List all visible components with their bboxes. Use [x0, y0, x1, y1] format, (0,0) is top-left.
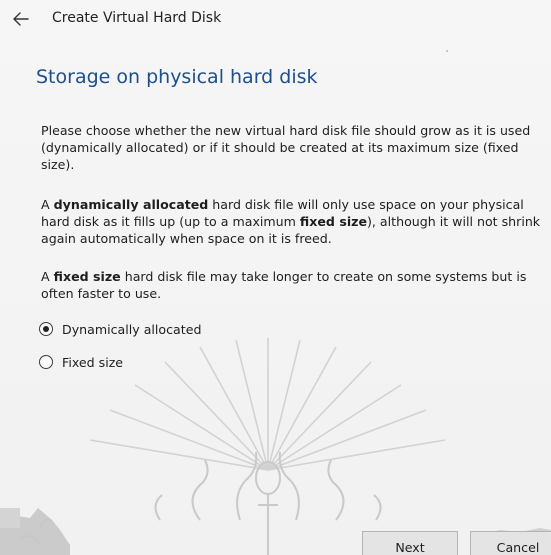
next-button[interactable]: Next	[362, 531, 458, 555]
wizard-content: Storage on physical hard disk Please cho…	[0, 0, 551, 555]
page-heading: Storage on physical hard disk	[36, 66, 318, 88]
bold-term: fixed size	[53, 269, 121, 284]
text-run: A	[41, 269, 54, 284]
radio-label-fixed: Fixed size	[62, 354, 124, 370]
radio-fixed-size[interactable]: Fixed size	[39, 352, 123, 372]
radio-button-unselected[interactable]	[39, 355, 53, 369]
dynamic-explanation-paragraph: A dynamically allocated hard disk file w…	[41, 196, 549, 247]
bold-term: fixed size	[299, 214, 368, 229]
cancel-button[interactable]: Cancel	[470, 531, 551, 555]
radio-label-dynamic: Dynamically allocated	[62, 321, 202, 337]
bold-term: dynamically allocated	[53, 197, 209, 212]
text-run: A	[41, 197, 54, 212]
intro-paragraph: Please choose whether the new virtual ha…	[41, 123, 531, 172]
radio-button-selected[interactable]	[39, 322, 53, 336]
fixed-explanation-paragraph: A fixed size hard disk file may take lon…	[41, 268, 549, 302]
radio-selected-dot	[43, 326, 49, 332]
wizard-window: Create Virtual Hard Disk Storage on phys…	[0, 0, 551, 555]
radio-dynamically-allocated[interactable]: Dynamically allocated	[39, 319, 201, 339]
